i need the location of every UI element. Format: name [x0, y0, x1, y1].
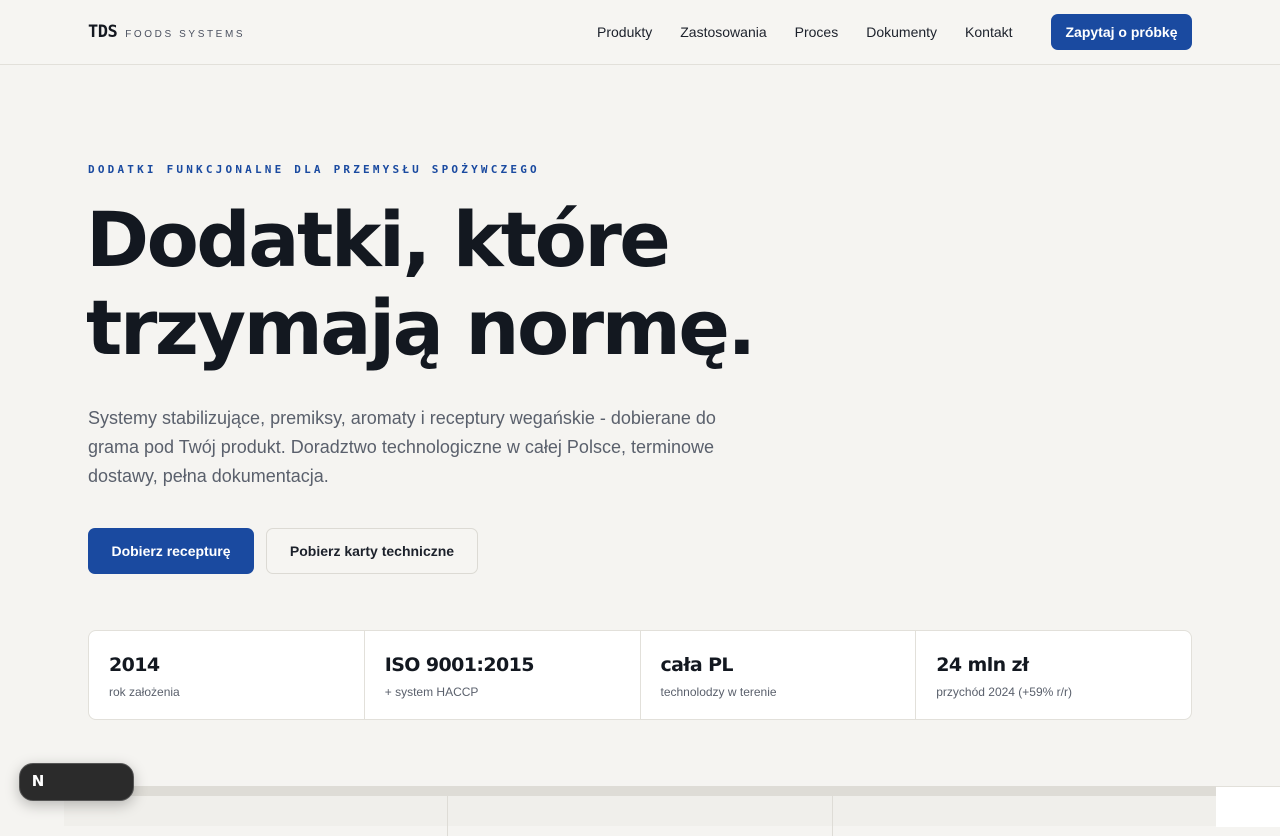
stat-label: przychód 2024 (+59% r/r) [936, 685, 1072, 699]
nav-produkty[interactable]: Produkty [597, 22, 652, 42]
section-divider [832, 796, 833, 836]
headline-line-2: trzymają normę. [86, 283, 756, 372]
choose-recipe-button[interactable]: Dobierz recepturę [88, 528, 254, 574]
next-section-preview [64, 786, 1216, 836]
request-sample-button[interactable]: Zapytaj o próbkę [1051, 14, 1192, 50]
logo-mark: TDS [88, 22, 118, 42]
nav-zastosowania[interactable]: Zastosowania [680, 22, 766, 42]
site-header: TDS FOODS SYSTEMS Produkty Zastosowania … [0, 0, 1280, 65]
stats-bar: 2014 rok założenia ISO 9001:2015 + syste… [88, 630, 1192, 720]
nav-proces[interactable]: Proces [795, 22, 839, 42]
logo[interactable]: TDS FOODS SYSTEMS [88, 22, 245, 42]
stat-value: ISO 9001:2015 [384, 654, 535, 676]
next-section-edge [1216, 786, 1280, 827]
stat-item: 2014 rok założenia [89, 631, 365, 719]
main-nav: Produkty Zastosowania Proces Dokumenty K… [597, 22, 1013, 42]
logo-subtitle: FOODS SYSTEMS [125, 29, 246, 40]
download-datasheets-button[interactable]: Pobierz karty techniczne [266, 528, 478, 574]
section-divider [447, 796, 448, 836]
dev-tools-badge[interactable]: N [19, 763, 134, 801]
nav-dokumenty[interactable]: Dokumenty [866, 22, 937, 42]
stat-value: cała PL [660, 654, 734, 676]
stat-item: cała PL technolodzy w terenie [641, 631, 917, 719]
headline-line-1: Dodatki, które [86, 195, 671, 284]
stat-item: 24 mln zł przychód 2024 (+59% r/r) [916, 631, 1191, 719]
stat-label: rok założenia [109, 685, 180, 699]
hero-eyebrow: DODATKI FUNKCJONALNE DLA PRZEMYSŁU SPOŻY… [88, 163, 540, 176]
hero-headline: Dodatki, które trzymają normę. [86, 195, 756, 372]
stat-value: 2014 [109, 654, 160, 676]
stat-value: 24 mln zł [936, 654, 1029, 676]
next-logo-icon: N [31, 772, 45, 790]
hero-lead: Systemy stabilizujące, premiksy, aromaty… [88, 408, 716, 486]
stat-label: + system HACCP [384, 685, 479, 699]
stat-item: ISO 9001:2015 + system HACCP [365, 631, 641, 719]
nav-kontakt[interactable]: Kontakt [965, 22, 1012, 42]
stat-label: technolodzy w terenie [660, 685, 777, 699]
